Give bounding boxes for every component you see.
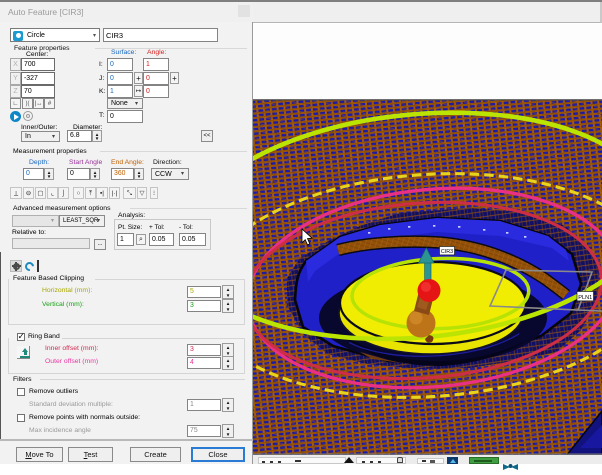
svg-text:PLN1: PLN1 (578, 295, 592, 301)
svg-text:CIR3: CIR3 (441, 249, 453, 255)
